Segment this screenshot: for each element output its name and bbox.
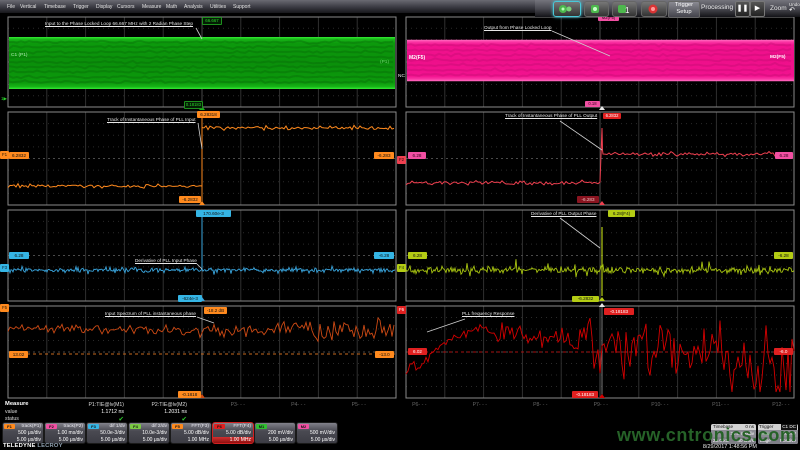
svg-text:1: 1 bbox=[625, 6, 630, 15]
